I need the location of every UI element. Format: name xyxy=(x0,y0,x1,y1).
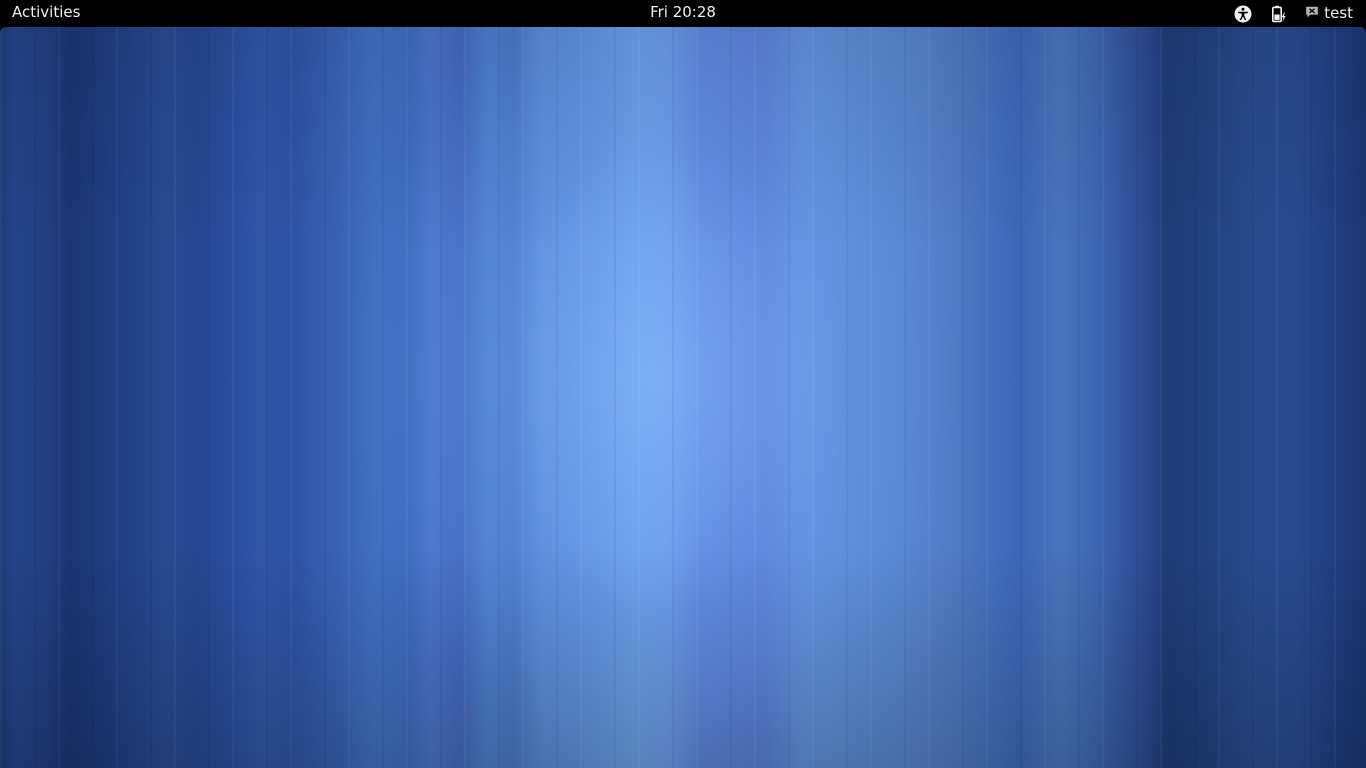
accessibility-icon xyxy=(1234,5,1252,23)
clock-button[interactable]: Fri 20:28 xyxy=(642,3,724,21)
chat-status-icon xyxy=(1305,5,1319,23)
top-bar: Activities Fri 20:28 test xyxy=(0,0,1366,27)
user-name: test xyxy=(1324,4,1353,22)
desktop-wallpaper[interactable] xyxy=(0,27,1366,768)
clock-container: Fri 20:28 xyxy=(0,0,1366,27)
system-tray: test xyxy=(1225,0,1366,27)
accessibility-menu-button[interactable] xyxy=(1225,0,1261,27)
user-menu-button[interactable]: test xyxy=(1297,1,1366,26)
battery-charging-icon xyxy=(1270,5,1288,23)
activities-button[interactable]: Activities xyxy=(0,0,92,27)
battery-menu-button[interactable] xyxy=(1261,0,1297,27)
